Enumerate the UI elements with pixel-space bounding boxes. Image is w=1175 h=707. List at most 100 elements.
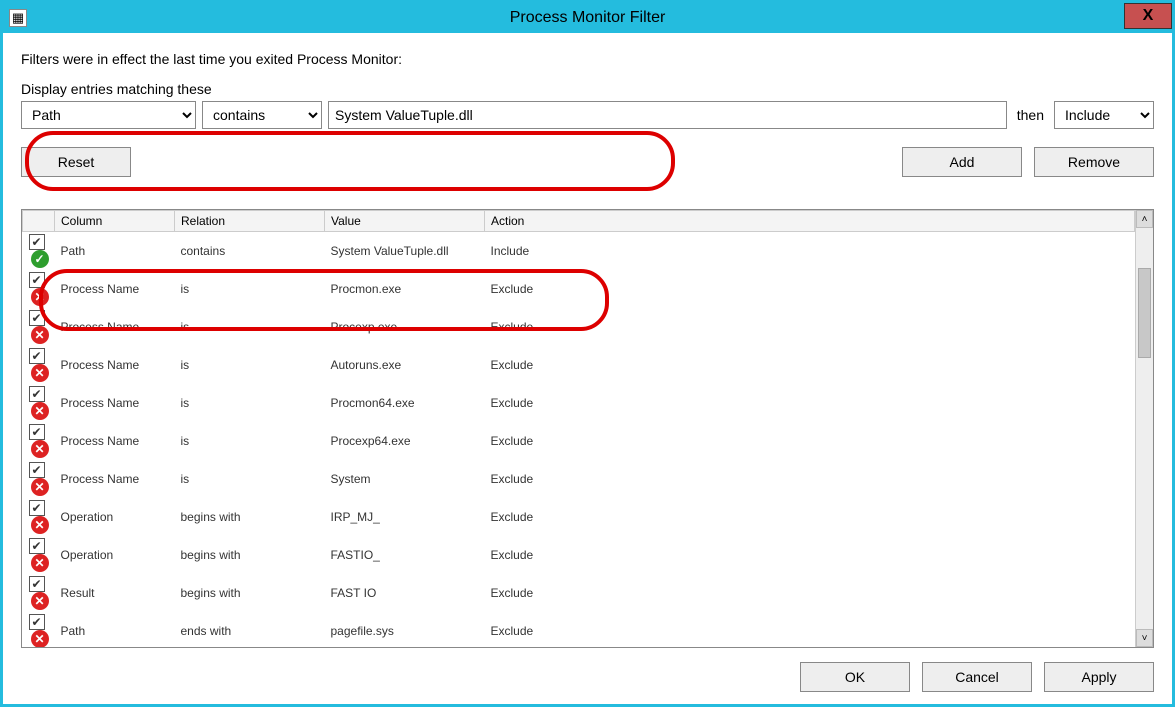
cell-column: Path (55, 232, 175, 271)
cell-column: Result (55, 574, 175, 612)
row-checkbox[interactable]: ✔ (29, 424, 45, 440)
row-checkbox[interactable]: ✔ (29, 614, 45, 630)
cell-action: Exclude (485, 574, 1135, 612)
scroll-up-icon[interactable]: ˄ (1136, 210, 1153, 228)
cell-column: Process Name (55, 308, 175, 346)
exclude-icon: ✕ (31, 440, 49, 458)
table-row[interactable]: ✔✓ PathcontainsSystem ValueTuple.dllInclu… (23, 232, 1135, 271)
cell-action: Exclude (485, 270, 1135, 308)
cell-column: Process Name (55, 270, 175, 308)
cell-action: Exclude (485, 422, 1135, 460)
th-value[interactable]: Value (325, 211, 485, 232)
exclude-icon: ✕ (31, 592, 49, 610)
table-row[interactable]: ✔✕Operationbegins withFASTIO_Exclude (23, 536, 1135, 574)
exclude-icon: ✕ (31, 478, 49, 496)
cell-column: Operation (55, 498, 175, 536)
cell-column: Operation (55, 536, 175, 574)
cell-relation: is (175, 270, 325, 308)
table-row[interactable]: ✔✕ Process NameisSystemExclude (23, 460, 1135, 498)
th-column[interactable]: Column (55, 211, 175, 232)
cell-value: System ValueTuple.dll (325, 232, 485, 271)
cell-relation: is (175, 346, 325, 384)
exclude-icon: ✕ (31, 516, 49, 534)
cell-relation: begins with (175, 498, 325, 536)
close-button[interactable]: X (1124, 3, 1172, 29)
cell-value: Procmon.exe (325, 270, 485, 308)
exclude-icon: ✕ (31, 288, 49, 306)
table-row[interactable]: ✔✕ Operationbegins withIRP_MJ_Exclude (23, 498, 1135, 536)
window-title: Process Monitor Filter (3, 9, 1172, 27)
cell-relation: is (175, 384, 325, 422)
row-checkbox[interactable]: ✔ (29, 386, 45, 402)
row-checkbox[interactable]: ✔ (29, 272, 45, 288)
ok-button[interactable]: OK (800, 662, 910, 692)
cell-action: Exclude (485, 612, 1135, 647)
table-row[interactable]: ✔✕ Process NameisProcmon64.exeExclude (23, 384, 1135, 422)
cell-value: Procexp.exe (325, 308, 485, 346)
cell-value: FASTIO_ (325, 536, 485, 574)
cancel-button[interactable]: Cancel (922, 662, 1032, 692)
cell-column: Process Name (55, 346, 175, 384)
exclude-icon: ✕ (31, 630, 49, 647)
table-row[interactable]: ✔✕ Process NameisProcexp64.exeExclude (23, 422, 1135, 460)
cell-column: Process Name (55, 460, 175, 498)
cell-value: FAST IO (325, 574, 485, 612)
row-checkbox[interactable]: ✔ (29, 310, 45, 326)
table-row[interactable]: ✔✕Process NameisProcexp.exeExclude (23, 308, 1135, 346)
scroll-down-icon[interactable]: ˅ (1136, 629, 1153, 647)
cell-relation: begins with (175, 574, 325, 612)
row-checkbox[interactable]: ✔ (29, 348, 45, 364)
row-checkbox[interactable]: ✔ (29, 538, 45, 554)
action-select[interactable]: Include (1054, 101, 1154, 129)
cell-value: Procmon64.exe (325, 384, 485, 422)
row-checkbox[interactable]: ✔ (29, 462, 45, 478)
cell-relation: is (175, 422, 325, 460)
row-checkbox[interactable]: ✔ (29, 576, 45, 592)
cell-action: Exclude (485, 498, 1135, 536)
cell-action: Exclude (485, 346, 1135, 384)
cell-value: Autoruns.exe (325, 346, 485, 384)
exclude-icon: ✕ (31, 402, 49, 420)
cell-value: Procexp64.exe (325, 422, 485, 460)
cell-column: Process Name (55, 422, 175, 460)
scroll-thumb[interactable] (1138, 268, 1151, 358)
close-icon: X (1143, 7, 1154, 25)
table-row[interactable]: ✔✕ Resultbegins withFAST IOExclude (23, 574, 1135, 612)
exclude-icon: ✕ (31, 326, 49, 344)
table-row[interactable]: ✔✕Pathends withpagefile.sysExclude (23, 612, 1135, 647)
column-select[interactable]: Path (21, 101, 196, 129)
then-label: then (1013, 107, 1048, 123)
titlebar: ▦ Process Monitor Filter X (3, 3, 1172, 33)
cell-relation: ends with (175, 612, 325, 647)
reset-button[interactable]: Reset (21, 147, 131, 177)
add-button[interactable]: Add (902, 147, 1022, 177)
cell-action: Include (485, 232, 1135, 271)
include-icon: ✓ (31, 250, 49, 268)
exclude-icon: ✕ (31, 554, 49, 572)
cell-column: Path (55, 612, 175, 647)
value-input[interactable] (328, 101, 1007, 129)
apply-button[interactable]: Apply (1044, 662, 1154, 692)
scrollbar-vertical[interactable]: ˄ ˅ (1135, 210, 1153, 647)
table-row[interactable]: ✔✕ Process NameisAutoruns.exeExclude (23, 346, 1135, 384)
table-row[interactable]: ✔✕ Process NameisProcmon.exeExclude (23, 270, 1135, 308)
cell-action: Exclude (485, 460, 1135, 498)
cell-action: Exclude (485, 308, 1135, 346)
relation-select[interactable]: contains (202, 101, 322, 129)
th-relation[interactable]: Relation (175, 211, 325, 232)
matching-label: Display entries matching these (21, 81, 1154, 97)
row-checkbox[interactable]: ✔ (29, 234, 45, 250)
cell-relation: is (175, 460, 325, 498)
row-checkbox[interactable]: ✔ (29, 500, 45, 516)
exclude-icon: ✕ (31, 364, 49, 382)
cell-value: IRP_MJ_ (325, 498, 485, 536)
intro-text: Filters were in effect the last time you… (21, 51, 1154, 67)
remove-button[interactable]: Remove (1034, 147, 1154, 177)
th-action[interactable]: Action (485, 211, 1135, 232)
cell-action: Exclude (485, 384, 1135, 422)
cell-value: System (325, 460, 485, 498)
cell-column: Process Name (55, 384, 175, 422)
cell-relation: contains (175, 232, 325, 271)
app-icon: ▦ (9, 9, 27, 27)
cell-action: Exclude (485, 536, 1135, 574)
